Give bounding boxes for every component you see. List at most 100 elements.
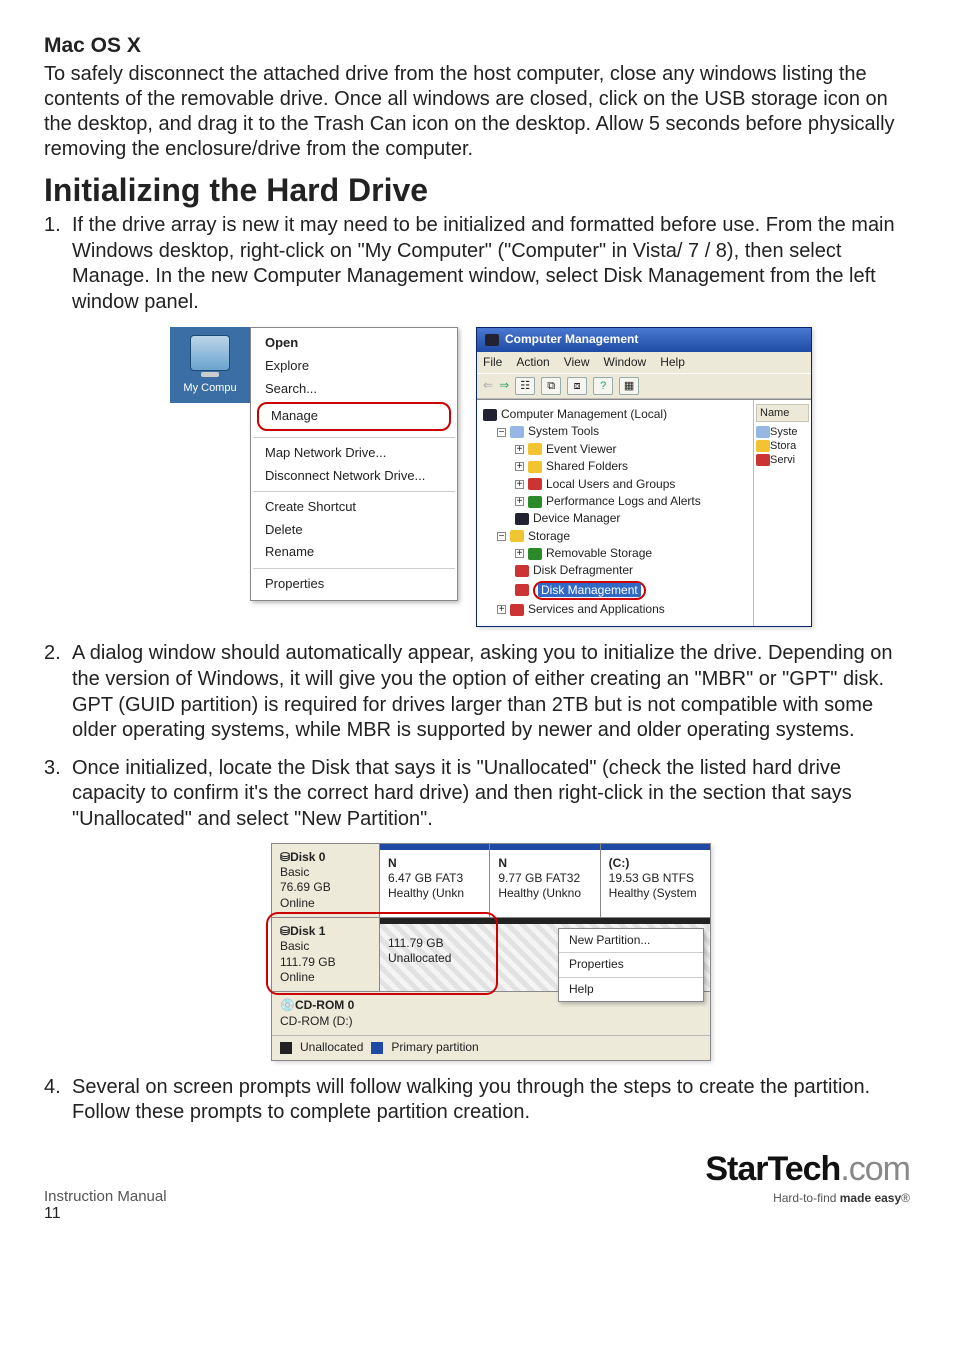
step-1: 1. If the drive array is new it may need… (44, 213, 910, 627)
part-status: Healthy (Unkno (498, 886, 591, 901)
ctx-search[interactable]: Search... (251, 378, 457, 401)
item-icon (756, 440, 770, 452)
expand-icon[interactable]: + (515, 480, 524, 489)
disk-1-row: ⛁Disk 1 Basic 111.79 GB Online 111.79 GB… (272, 918, 710, 992)
toolbar-button[interactable]: ▦ (619, 377, 639, 395)
menu-file[interactable]: File (483, 355, 502, 370)
tree-root-label: Computer Management (Local) (501, 407, 667, 422)
tree-storage[interactable]: −Storage (483, 528, 749, 545)
ctx-disconnect-drive[interactable]: Disconnect Network Drive... (251, 465, 457, 488)
my-computer-desktop-icon[interactable]: My Compu (170, 327, 250, 403)
ctx-properties[interactable]: Properties (559, 953, 703, 976)
toolbar-button[interactable]: ⧈ (567, 377, 587, 395)
part-label: N (388, 856, 481, 871)
ctx-help[interactable]: Help (559, 978, 703, 1001)
tree-label: Event Viewer (546, 442, 616, 457)
ctx-properties[interactable]: Properties (251, 573, 457, 596)
tree-device-manager[interactable]: Device Manager (483, 510, 749, 527)
disk-icon: ⛁ (280, 850, 290, 864)
tree-removable-storage[interactable]: + Removable Storage (483, 545, 749, 562)
unallocated-partition[interactable]: 111.79 GB Unallocated New Partition... P… (380, 918, 710, 991)
expand-icon[interactable]: + (515, 497, 524, 506)
expand-icon[interactable]: + (515, 462, 524, 471)
tree-shared-folders[interactable]: +Shared Folders (483, 458, 749, 475)
list-item[interactable]: Stora (756, 439, 809, 453)
tree-label: Device Manager (533, 511, 620, 526)
computer-management-icon (485, 334, 499, 346)
tree-disk-defrag[interactable]: Disk Defragmenter (483, 562, 749, 579)
collapse-icon[interactable]: − (497, 428, 506, 437)
disk-0-status: Online (280, 896, 371, 911)
tree-disk-management[interactable]: Disk Management (483, 580, 749, 601)
tree-perf-logs[interactable]: +Performance Logs and Alerts (483, 493, 749, 510)
list-item[interactable]: Syste (756, 425, 809, 439)
ctx-explore[interactable]: Explore (251, 355, 457, 378)
tree-system-tools[interactable]: − System Tools (483, 423, 749, 440)
tree-label: Removable Storage (546, 546, 652, 561)
collapse-icon[interactable]: − (497, 532, 506, 541)
highlight-ring-disk-mgmt: Disk Management (533, 581, 646, 600)
step-2-number: 2. (44, 641, 61, 667)
expand-icon[interactable]: + (515, 549, 524, 558)
tree-label: System Tools (528, 424, 599, 439)
cm-body: Computer Management (Local) − System Tool… (477, 399, 811, 626)
disk-0-info[interactable]: ⛁Disk 0 Basic 76.69 GB Online (272, 844, 380, 917)
partition[interactable]: N 6.47 GB FAT3 Healthy (Unkn (380, 844, 490, 917)
intro-paragraph: To safely disconnect the attached drive … (44, 62, 910, 162)
ctx-open[interactable]: Open (251, 332, 457, 355)
toolbar-forward-icon[interactable]: ⇒ (499, 378, 509, 393)
my-computer-label: My Compu (174, 381, 246, 395)
column-header-name[interactable]: Name (756, 404, 809, 422)
tree-local-users[interactable]: +Local Users and Groups (483, 476, 749, 493)
disk-mgmt-icon (515, 584, 529, 596)
tree-event-viewer[interactable]: + Event Viewer (483, 441, 749, 458)
removable-icon (528, 548, 542, 560)
menu-help[interactable]: Help (660, 355, 685, 370)
menu-window[interactable]: Window (604, 355, 647, 370)
part-label: (C:) (609, 856, 702, 871)
step-2: 2. A dialog window should automatically … (44, 641, 910, 743)
menu-action[interactable]: Action (516, 355, 549, 370)
brand-tagline: Hard-to-find made easy® (705, 1191, 910, 1205)
defrag-icon (515, 565, 529, 577)
list-pane: Name Syste Stora Servi (753, 400, 811, 626)
toolbar-button[interactable]: ⧉ (541, 377, 561, 395)
disk-0-name: Disk 0 (290, 850, 325, 864)
ctx-shortcut[interactable]: Create Shortcut (251, 496, 457, 519)
step-4-text: Several on screen prompts will follow wa… (72, 1076, 870, 1124)
toolbar-button[interactable]: ☷ (515, 377, 535, 395)
list-item[interactable]: Servi (756, 453, 809, 467)
disk-1-partitions: 111.79 GB Unallocated New Partition... P… (380, 918, 710, 991)
ctx-new-partition[interactable]: New Partition... (559, 929, 703, 952)
toolbar: ⇐ ⇒ ☷ ⧉ ⧈ ? ▦ (477, 373, 811, 399)
expand-icon[interactable]: + (515, 445, 524, 454)
toolbar-help-icon[interactable]: ? (593, 377, 613, 395)
highlight-ring-manage: Manage (257, 402, 451, 431)
menu-view[interactable]: View (564, 355, 590, 370)
page-number: 11 (44, 1205, 910, 1223)
window-title: Computer Management (505, 332, 638, 347)
step-4: 4. Several on screen prompts will follow… (44, 1075, 910, 1126)
partition[interactable]: (C:) 19.53 GB NTFS Healthy (System (601, 844, 710, 917)
tree-root[interactable]: Computer Management (Local) (483, 406, 749, 423)
ctx-manage[interactable]: Manage (271, 405, 437, 428)
ctx-map-drive[interactable]: Map Network Drive... (251, 442, 457, 465)
cdrom-name: CD-ROM 0 (295, 998, 354, 1012)
tagline-bold: made easy (840, 1191, 901, 1205)
disk-legend: Unallocated Primary partition (272, 1035, 710, 1059)
disk-0-row: ⛁Disk 0 Basic 76.69 GB Online N 6.47 GB … (272, 844, 710, 918)
tree-label-selected: Disk Management (538, 583, 641, 597)
ctx-rename[interactable]: Rename (251, 541, 457, 564)
ctx-delete[interactable]: Delete (251, 519, 457, 542)
tree-services[interactable]: +Services and Applications (483, 601, 749, 618)
partition[interactable]: N 9.77 GB FAT32 Healthy (Unkno (490, 844, 600, 917)
brand-block: StarTech.com Hard-to-find made easy® (705, 1150, 910, 1205)
section-title: Initializing the Hard Drive (44, 172, 910, 209)
toolbar-back-icon[interactable]: ⇐ (483, 378, 493, 393)
part-size: 9.77 GB FAT32 (498, 871, 591, 886)
window-titlebar[interactable]: Computer Management (477, 328, 811, 351)
context-menu: Open Explore Search... Manage Map Networ… (250, 327, 458, 600)
highlight-ring-disk1 (266, 912, 498, 995)
subheading-mac: Mac OS X (44, 34, 910, 58)
expand-icon[interactable]: + (497, 605, 506, 614)
